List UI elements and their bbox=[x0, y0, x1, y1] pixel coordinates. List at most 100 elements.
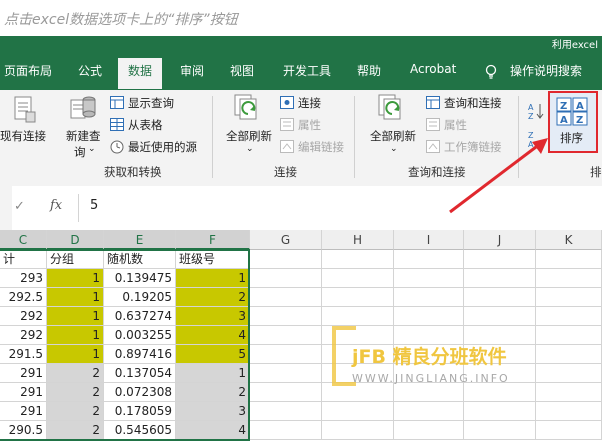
new-query-button[interactable]: 新建查 bbox=[66, 128, 101, 144]
svg-text:Z: Z bbox=[576, 115, 583, 126]
empty-cell[interactable] bbox=[536, 402, 602, 421]
table-icon bbox=[110, 118, 124, 134]
connections-icon bbox=[280, 96, 294, 112]
empty-cell[interactable] bbox=[536, 250, 602, 269]
selection-range bbox=[0, 249, 250, 441]
properties-icon bbox=[426, 118, 440, 134]
sort-ascending-icon[interactable]: AZ bbox=[528, 102, 544, 123]
empty-cell[interactable] bbox=[322, 421, 394, 440]
red-arrow-annotation bbox=[449, 138, 548, 214]
refresh-all-button[interactable]: 全部刷新 bbox=[226, 128, 272, 144]
tell-me-search[interactable]: 操作说明搜索 bbox=[510, 62, 582, 79]
group-divider bbox=[212, 96, 213, 178]
empty-cell[interactable] bbox=[394, 402, 464, 421]
tab-help[interactable]: 帮助 bbox=[357, 62, 381, 79]
existing-connections-button[interactable]: 现有连接 bbox=[0, 128, 46, 144]
column-header-g[interactable]: G bbox=[250, 230, 322, 250]
tab-acrobat[interactable]: Acrobat bbox=[410, 62, 456, 76]
empty-cell[interactable] bbox=[464, 250, 536, 269]
column-header-j[interactable]: J bbox=[464, 230, 536, 250]
empty-cell[interactable] bbox=[250, 307, 322, 326]
group-label-connections: 连接 bbox=[274, 165, 297, 179]
empty-cell[interactable] bbox=[394, 421, 464, 440]
column-header-d[interactable]: D bbox=[47, 230, 104, 250]
refresh-all-icon bbox=[234, 94, 262, 127]
recent-sources-icon bbox=[110, 140, 124, 157]
group-label-get-transform: 获取和转换 bbox=[104, 165, 162, 179]
show-queries-button[interactable]: 显示查询 bbox=[128, 95, 174, 111]
column-header-e[interactable]: E bbox=[104, 230, 176, 250]
watermark-url: WWW.JINGLIANG.INFO bbox=[352, 372, 510, 385]
empty-cell[interactable] bbox=[250, 383, 322, 402]
formula-input[interactable]: 5 bbox=[90, 198, 98, 213]
existing-connections-icon bbox=[14, 96, 36, 127]
instruction-banner: 点击excel数据选项卡上的“排序”按钮 bbox=[0, 0, 602, 37]
instruction-text: 点击excel数据选项卡上的“排序”按钮 bbox=[4, 12, 238, 28]
from-table-button[interactable]: 从表格 bbox=[128, 117, 163, 133]
empty-cell[interactable] bbox=[464, 288, 536, 307]
edit-links-button[interactable]: 编辑链接 bbox=[298, 139, 344, 155]
new-query-icon bbox=[70, 94, 96, 127]
sort-button-label: 排序 bbox=[560, 131, 583, 145]
empty-cell[interactable] bbox=[394, 250, 464, 269]
connections-button[interactable]: 连接 bbox=[298, 95, 321, 111]
refresh-all-button-2[interactable]: 全部刷新 bbox=[370, 128, 416, 144]
svg-text:A: A bbox=[576, 101, 584, 112]
empty-cell[interactable] bbox=[536, 269, 602, 288]
empty-cell[interactable] bbox=[250, 421, 322, 440]
empty-cell[interactable] bbox=[394, 269, 464, 288]
svg-text:Z: Z bbox=[528, 112, 534, 120]
tab-formulas[interactable]: 公式 bbox=[78, 62, 102, 79]
workbook-links-icon bbox=[426, 140, 440, 156]
empty-cell[interactable] bbox=[536, 288, 602, 307]
name-box[interactable] bbox=[0, 186, 12, 230]
tab-view[interactable]: 视图 bbox=[230, 62, 254, 79]
empty-cell[interactable] bbox=[250, 326, 322, 345]
empty-cell[interactable] bbox=[322, 250, 394, 269]
tab-page-layout[interactable]: 页面布局 bbox=[4, 62, 52, 79]
sort-icon: ZAAZ bbox=[556, 97, 590, 130]
empty-cell[interactable] bbox=[250, 402, 322, 421]
empty-cell[interactable] bbox=[322, 269, 394, 288]
svg-text:Z: Z bbox=[560, 101, 567, 112]
check-icon[interactable]: ✓ bbox=[14, 199, 25, 214]
empty-cell[interactable] bbox=[322, 402, 394, 421]
group-label-sort-filter: 排 bbox=[590, 165, 602, 179]
empty-cell[interactable] bbox=[394, 288, 464, 307]
queries-connections-icon bbox=[426, 96, 440, 112]
column-header-i[interactable]: I bbox=[394, 230, 464, 250]
chevron-down-icon: ⌄ bbox=[88, 144, 96, 154]
empty-cell[interactable] bbox=[250, 364, 322, 383]
new-query-button-line2: 询 bbox=[74, 145, 86, 159]
empty-cell[interactable] bbox=[464, 402, 536, 421]
empty-cell[interactable] bbox=[322, 288, 394, 307]
properties-button[interactable]: 属性 bbox=[298, 117, 321, 133]
window-title: 利用excel bbox=[551, 40, 598, 51]
queries-connections-button[interactable]: 查询和连接 bbox=[444, 95, 502, 111]
chevron-down-icon: ⌄ bbox=[246, 144, 254, 154]
column-header-c[interactable]: C bbox=[0, 230, 47, 250]
empty-cell[interactable] bbox=[250, 288, 322, 307]
tab-review[interactable]: 审阅 bbox=[180, 62, 204, 79]
lightbulb-icon bbox=[484, 64, 498, 83]
empty-cell[interactable] bbox=[250, 269, 322, 288]
column-header-h[interactable]: H bbox=[322, 230, 394, 250]
tab-developer[interactable]: 开发工具 bbox=[283, 62, 331, 79]
show-queries-icon bbox=[110, 96, 124, 112]
title-bar: 利用excel bbox=[0, 36, 602, 52]
fx-icon[interactable]: fx bbox=[50, 198, 62, 213]
watermark-logo: jFB 精良分班软件 WWW.JINGLIANG.INFO bbox=[330, 322, 580, 392]
refresh-all-icon bbox=[378, 94, 406, 127]
column-header-k[interactable]: K bbox=[536, 230, 602, 250]
empty-cell[interactable] bbox=[464, 421, 536, 440]
svg-text:A: A bbox=[528, 103, 534, 112]
column-header-f[interactable]: F bbox=[176, 230, 250, 250]
empty-cell[interactable] bbox=[250, 250, 322, 269]
tab-data[interactable]: 数据 bbox=[118, 58, 163, 89]
empty-cell[interactable] bbox=[536, 421, 602, 440]
edit-links-icon bbox=[280, 140, 294, 156]
empty-cell[interactable] bbox=[464, 269, 536, 288]
recent-sources-button[interactable]: 最近使用的源 bbox=[128, 139, 197, 155]
empty-cell[interactable] bbox=[250, 345, 322, 364]
group-divider bbox=[354, 96, 355, 178]
